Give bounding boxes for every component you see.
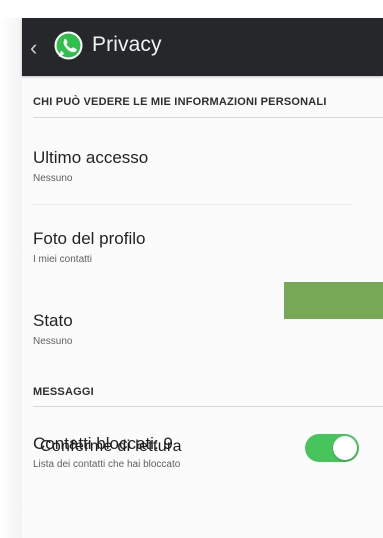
page-title: Privacy — [92, 33, 162, 56]
section-divider — [33, 406, 383, 407]
action-bar: ‹ Privacy — [22, 18, 383, 76]
setting-value-status: Nessuno — [33, 336, 73, 347]
screen: ‹ Privacy CHI PUÒ VEDERE LE MIE INFORMAZ… — [0, 0, 383, 538]
setting-row-profile-photo[interactable]: Foto del profilo I miei contatti — [33, 229, 373, 279]
privacy-settings-list: CHI PUÒ VEDERE LE MIE INFORMAZIONI PERSO… — [22, 76, 383, 538]
setting-value-profile-photo: I miei contatti — [33, 254, 92, 265]
photo-top-margin — [0, 0, 383, 18]
read-receipts-label: Conferme di lettura — [40, 438, 182, 455]
photo-left-edge — [0, 18, 22, 538]
section-header-personal-info: CHI PUÒ VEDERE LE MIE INFORMAZIONI PERSO… — [33, 96, 327, 108]
chevron-left-icon[interactable]: ‹ — [30, 37, 40, 59]
setting-value-last-seen: Nessuno — [33, 173, 73, 184]
setting-title-last-seen: Ultimo accesso — [33, 148, 149, 167]
section-divider — [33, 117, 383, 118]
setting-row-read-receipts[interactable]: Conferme di lettura — [40, 434, 359, 466]
setting-title-status: Stato — [33, 311, 73, 330]
read-receipts-toggle[interactable] — [305, 434, 359, 462]
toggle-knob — [333, 436, 357, 460]
section-header-messages: MESSAGGI — [33, 386, 94, 398]
row-separator — [33, 204, 353, 205]
setting-row-status[interactable]: Stato Nessuno — [33, 311, 373, 361]
setting-title-profile-photo: Foto del profilo — [33, 229, 146, 248]
setting-row-last-seen[interactable]: Ultimo accesso Nessuno — [33, 148, 373, 198]
whatsapp-logo-icon[interactable] — [52, 29, 85, 62]
